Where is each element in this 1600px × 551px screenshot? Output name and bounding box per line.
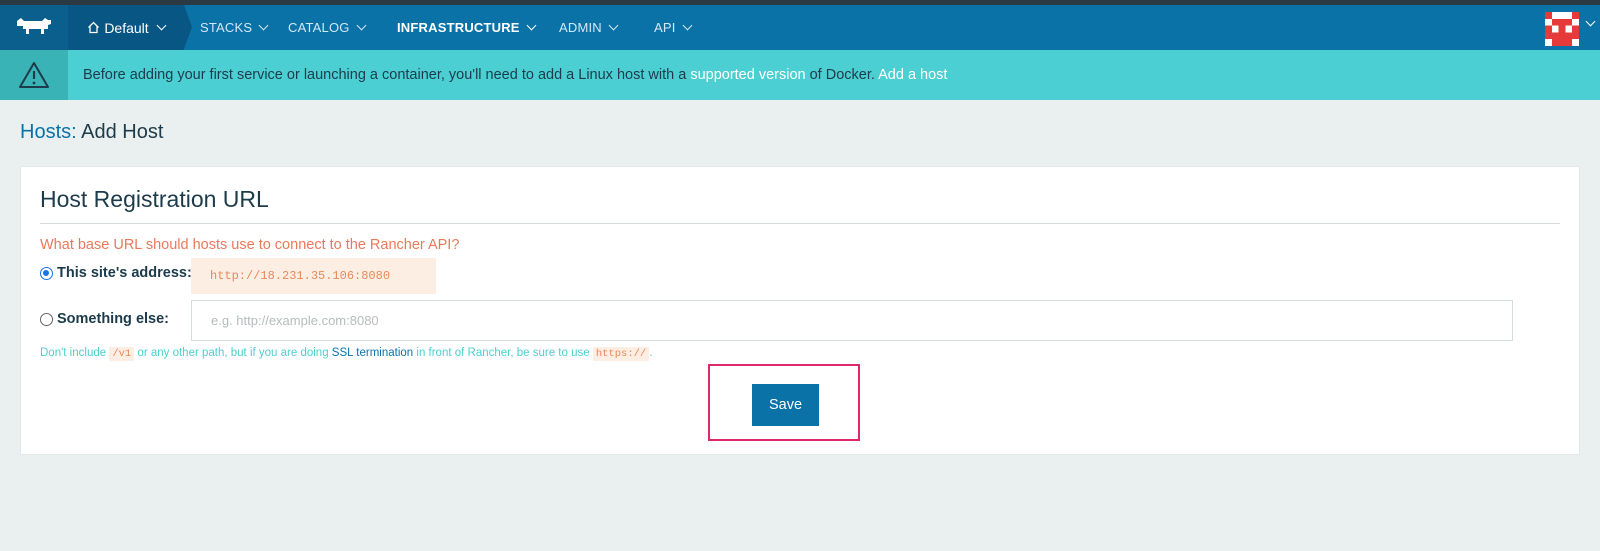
registration-question: What base URL should hosts use to connec… — [40, 237, 460, 253]
environment-label: Default — [104, 19, 149, 36]
nav-stacks[interactable]: STACKS — [200, 5, 269, 50]
rancher-logo-icon[interactable] — [0, 5, 68, 50]
radio-site-address-label: This site's address: — [57, 265, 192, 281]
chevron-down-icon — [608, 20, 619, 31]
home-icon — [88, 21, 100, 34]
chevron-down-icon — [356, 20, 367, 31]
page-title-text: Add Host — [81, 121, 164, 143]
site-address-value: http://18.231.35.106:8080 — [191, 258, 436, 294]
chevron-down-icon — [258, 20, 269, 31]
chevron-down-icon[interactable] — [1585, 16, 1596, 27]
radio-something-else[interactable]: Something else: — [40, 311, 169, 327]
supported-version-link[interactable]: supported version — [690, 67, 805, 83]
breadcrumb-hosts[interactable]: Hosts: — [20, 121, 77, 143]
divider — [40, 223, 1560, 224]
custom-url-input[interactable]: e.g. http://example.com:8080 — [191, 300, 1513, 341]
nav-infrastructure-label: INFRASTRUCTURE — [397, 20, 520, 35]
banner-text-after: of Docker. — [805, 67, 879, 83]
host-registration-card: Host Registration URL What base URL shou… — [20, 166, 1580, 455]
ssl-termination-link[interactable]: SSL termination — [332, 347, 413, 359]
chevron-down-icon — [682, 20, 693, 31]
nav-infrastructure[interactable]: INFRASTRUCTURE — [397, 5, 537, 50]
save-button[interactable]: Save — [752, 384, 819, 426]
nav-api-label: API — [654, 20, 676, 35]
banner-text-before: Before adding your first service or laun… — [83, 67, 691, 83]
radio-something-else-button[interactable] — [40, 312, 53, 326]
radio-site-address-button[interactable] — [40, 266, 53, 280]
nav-stacks-label: STACKS — [200, 20, 253, 35]
nav-admin-label: ADMIN — [559, 20, 602, 35]
add-host-link[interactable]: Add a host — [878, 67, 947, 83]
nav-catalog-label: CATALOG — [288, 20, 350, 35]
help-part4: . — [649, 347, 653, 359]
notice-banner: Before adding your first service or laun… — [0, 50, 1600, 100]
nav-admin[interactable]: ADMIN — [559, 5, 619, 50]
warning-triangle-icon — [0, 50, 68, 100]
help-part2: or any other path, but if you are doing — [134, 347, 332, 359]
help-part3: in front of Rancher, be sure to use — [413, 347, 593, 359]
environment-switcher[interactable]: Default — [68, 5, 192, 50]
nav-api[interactable]: API — [654, 5, 693, 50]
chevron-down-icon — [156, 20, 167, 31]
help-code-https: https:// — [592, 347, 650, 361]
user-avatar-icon[interactable] — [1545, 12, 1579, 46]
chevron-down-icon — [526, 20, 537, 31]
radio-site-address[interactable]: This site's address: — [40, 265, 192, 281]
help-code-v1: /v1 — [109, 347, 135, 361]
nav-catalog[interactable]: CATALOG — [288, 5, 367, 50]
help-part1: Don't include — [40, 347, 110, 359]
banner-message: Before adding your first service or laun… — [83, 50, 947, 100]
page-title: Hosts: Add Host — [20, 121, 163, 144]
card-title: Host Registration URL — [40, 186, 269, 212]
help-text: Don't include /v1 or any other path, but… — [40, 347, 653, 361]
radio-something-else-label: Something else: — [57, 311, 169, 327]
top-navbar: Default STACKS CATALOG INFRASTRUCTURE AD… — [0, 5, 1600, 50]
